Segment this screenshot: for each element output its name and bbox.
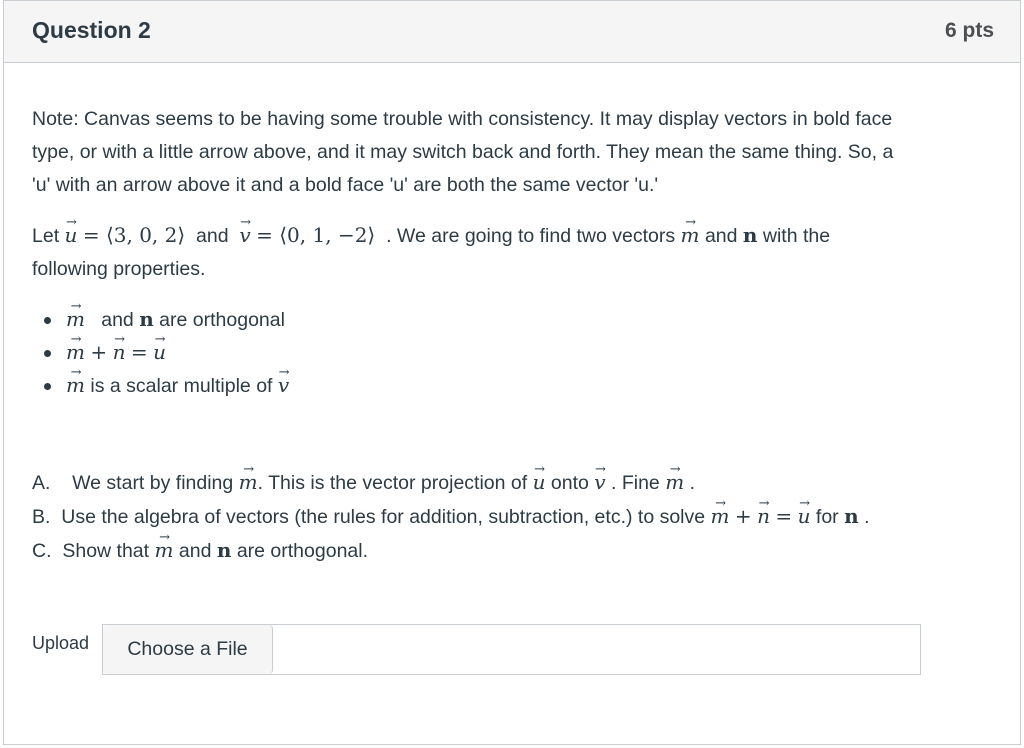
note-line: Note: Canvas seems to be having some tro… (32, 108, 893, 130)
upload-label: Upload (32, 633, 90, 653)
intro-line2: following properties. (32, 258, 206, 280)
step-label: A. (32, 472, 51, 494)
intro-and2: and (704, 225, 738, 247)
question-title: Question 2 (32, 17, 151, 43)
step-label: C. (32, 540, 52, 562)
step-text: Use the algebra of vectors (the rules fo… (61, 506, 706, 528)
step-text: . Fine (611, 472, 660, 494)
step-text: are orthogonal. (236, 540, 369, 562)
vector-m: m (239, 466, 258, 499)
vector-n-bold: n (216, 538, 232, 562)
vector-v: v (239, 219, 250, 252)
vector-n-bold: n (742, 223, 758, 247)
step-text: . This is the vector projection of (257, 472, 528, 494)
step-text: We start by finding (72, 472, 234, 494)
vector-v: v (594, 466, 605, 499)
properties-list: m and n are orthogonal m + n = u m is a … (40, 303, 289, 402)
property-text: is a scalar multiple of (90, 375, 273, 397)
file-upload-field[interactable]: Choose a File (102, 624, 921, 675)
step-a: A. We start by finding m. This is the ve… (32, 466, 870, 500)
vector-n: n (113, 336, 126, 369)
note-paragraph: Note: Canvas seems to be having some tro… (32, 103, 893, 202)
step-text: Show that (62, 540, 150, 562)
note-line: type, or with a little arrow above, and … (32, 141, 894, 163)
step-c: C. Show that m and n are orthogonal. (32, 534, 870, 568)
step-b: B. Use the algebra of vectors (the rules… (32, 500, 870, 534)
property-item: m is a scalar multiple of v (40, 369, 289, 402)
vector-u: u (533, 466, 546, 499)
vector-v: v (278, 369, 289, 402)
question-card: Question 2 6 pts Note: Canvas seems to b… (3, 0, 1021, 745)
plus-sign: + (90, 340, 108, 364)
vector-u: u (798, 500, 811, 533)
v-value: = ⟨0, 1, −2⟩ (256, 223, 376, 247)
step-text: . (864, 506, 870, 528)
step-text: and (178, 540, 212, 562)
vector-u: u (153, 336, 166, 369)
choose-file-button[interactable]: Choose a File (103, 625, 273, 674)
vector-m: m (711, 500, 730, 533)
selected-file-name (274, 625, 920, 674)
question-header: Question 2 6 pts (4, 1, 1020, 63)
step-text: for (815, 506, 839, 528)
vector-n-bold: n (844, 504, 859, 528)
vector-m: m (66, 369, 85, 402)
vector-n: n (757, 500, 770, 533)
equals-sign: = (130, 340, 148, 364)
property-text: are orthogonal (159, 309, 285, 331)
vector-n-bold: n (139, 307, 154, 331)
equals-sign: = (775, 504, 793, 528)
step-text: . (689, 472, 696, 494)
intro-sentence: . We are going to find two vectors (386, 225, 676, 247)
intro-and: and (196, 225, 229, 247)
intro-paragraph: Let u = ⟨3, 0, 2⟩ and v = ⟨0, 1, −2⟩ . W… (32, 219, 830, 286)
question-points: 6 pts (944, 19, 994, 42)
vector-m: m (681, 219, 700, 252)
vector-m: m (155, 534, 174, 567)
vector-m: m (665, 466, 684, 499)
step-text: onto (550, 472, 589, 494)
step-label: B. (32, 506, 51, 528)
intro-with-the: with the (762, 225, 831, 247)
intro-let: Let (32, 225, 60, 247)
plus-sign: + (734, 504, 752, 528)
vector-u: u (65, 219, 78, 252)
note-line: 'u' with an arrow above it and a bold fa… (32, 174, 659, 196)
steps-list: A. We start by finding m. This is the ve… (32, 466, 870, 568)
u-value: = ⟨3, 0, 2⟩ (82, 223, 186, 247)
